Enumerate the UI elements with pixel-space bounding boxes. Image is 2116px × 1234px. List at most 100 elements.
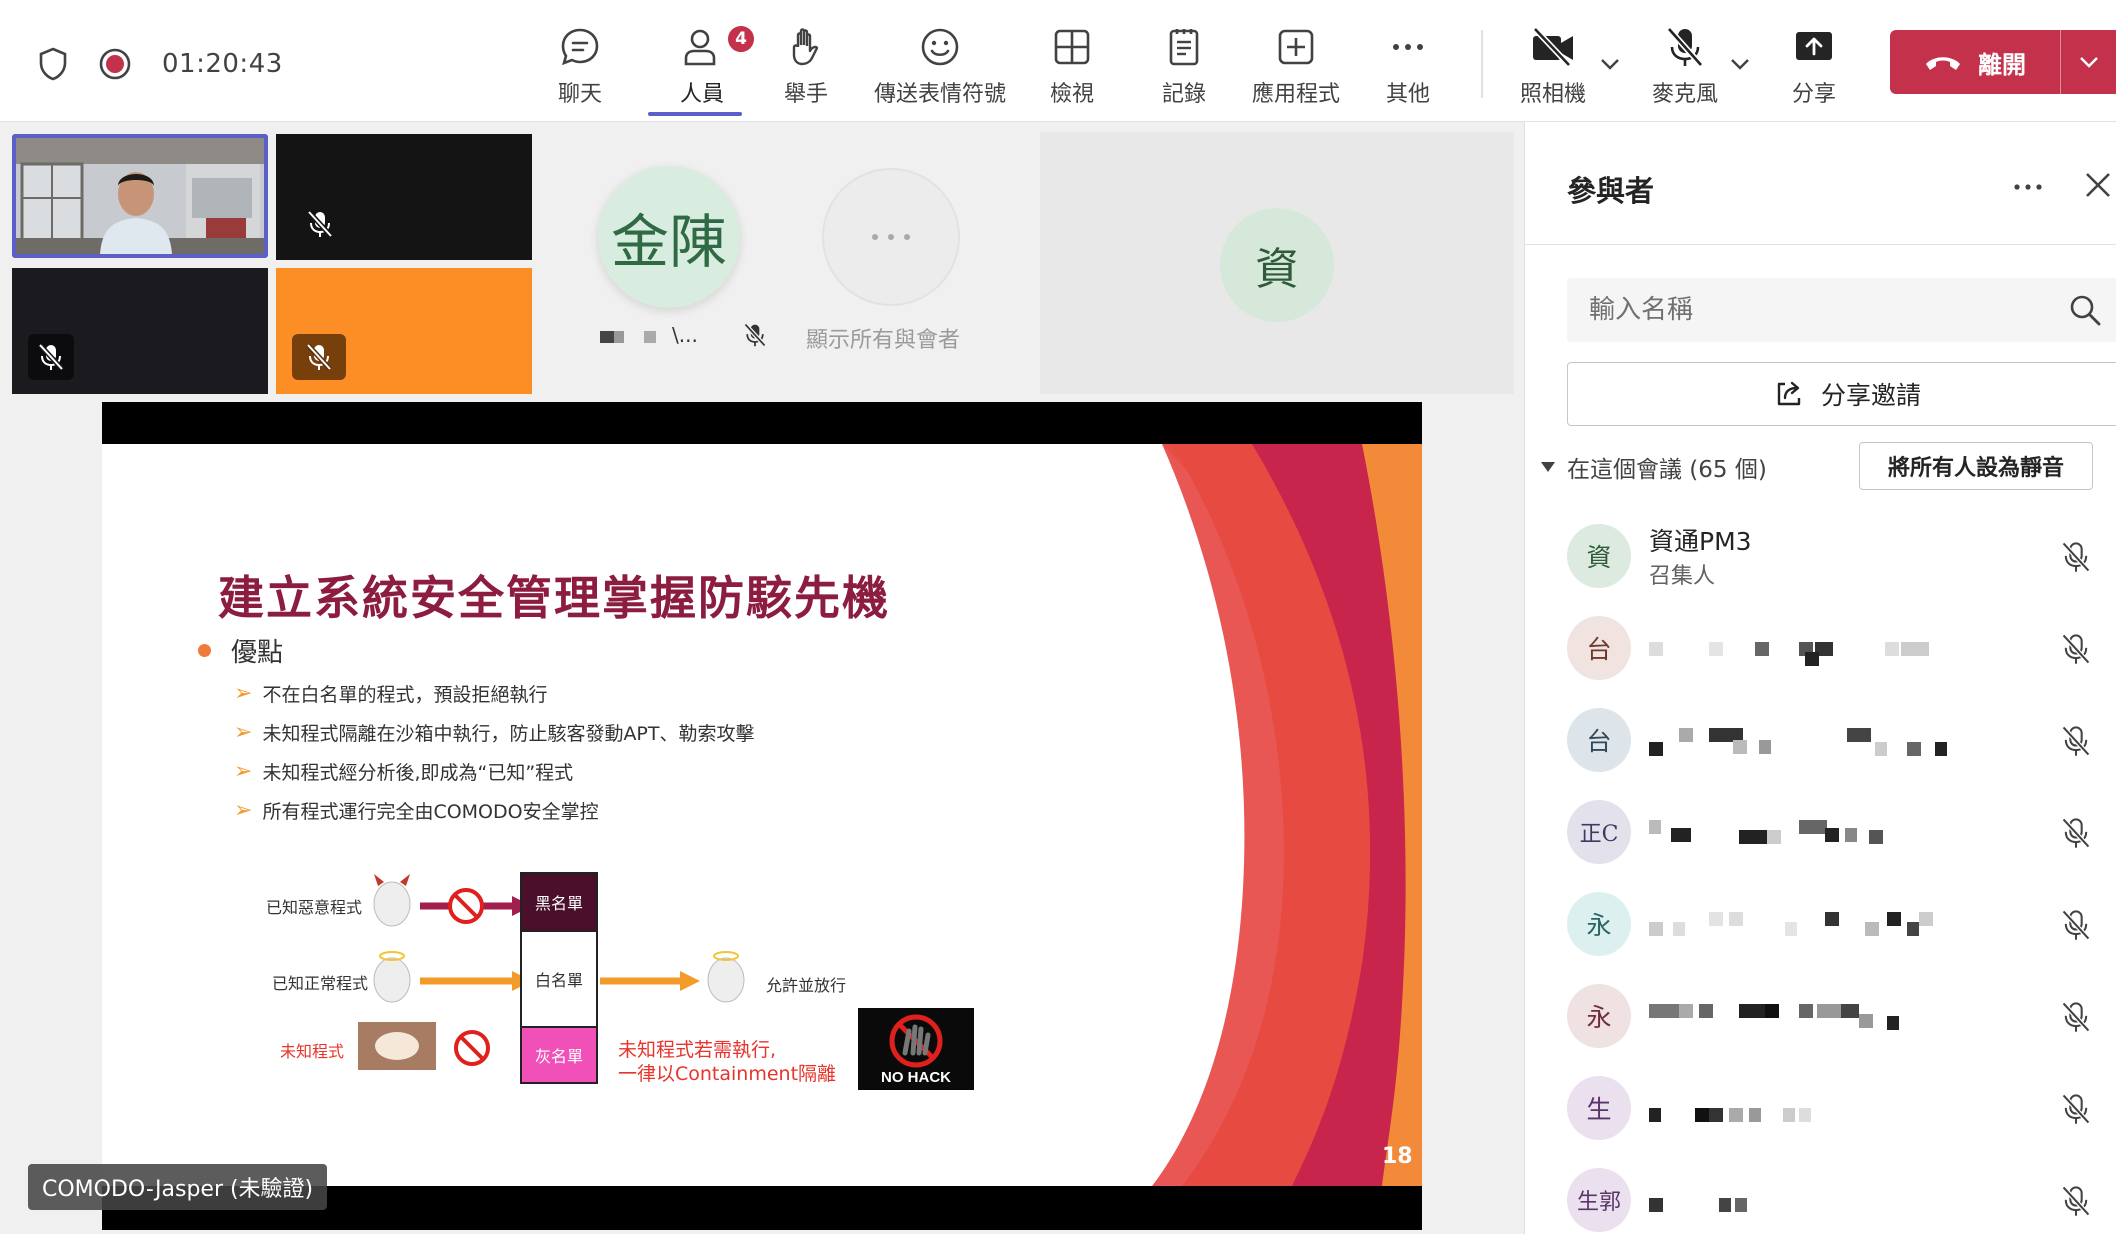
participant-video-tile[interactable]	[12, 134, 268, 258]
participant-avatar[interactable]: 金陳	[598, 166, 740, 308]
participant-avatar: 永	[1567, 892, 1631, 956]
participant-name-redacted	[1649, 908, 1933, 938]
presentation-slide: 建立系統安全管理掌握防駭先機 優點 ➢ 不在白名單的程式，預設拒絕執行 ➢ 未知程式…	[102, 444, 1422, 1186]
participant-row[interactable]: 資資通PM3 召集人	[1525, 506, 2116, 598]
shared-content[interactable]: 建立系統安全管理掌握防駭先機 優點 ➢ 不在白名單的程式，預設拒絕執行 ➢ 未知程式…	[102, 402, 1422, 1230]
containment-note-line: 未知程式若需執行,	[618, 1039, 777, 1061]
notes-icon	[1169, 29, 1199, 66]
participant-name-redacted	[1649, 1000, 1899, 1030]
no-hack-logo: NO HACK	[858, 1008, 974, 1090]
participant-avatar: 永	[1567, 984, 1631, 1048]
microphone-label: 麥克風	[1652, 82, 1719, 107]
panel-title: 參與者	[1567, 174, 1655, 208]
muted-mic-icon	[300, 204, 340, 244]
share-invite-button[interactable]: 分享邀請	[1567, 362, 2116, 426]
blacklist-box: 黑名單	[520, 872, 598, 932]
leave-options[interactable]	[2061, 30, 2116, 94]
leave-button[interactable]: 離開	[1890, 30, 2116, 94]
participant-name-label: \...	[600, 322, 768, 348]
recording-icon	[99, 48, 131, 80]
diagram-containment-note: 未知程式若需執行, 一律以Containment隔離	[618, 1038, 836, 1086]
muted-mic-icon	[2061, 541, 2091, 573]
more-button[interactable]: 其他	[1386, 22, 1430, 108]
participant-tile[interactable]	[12, 268, 268, 394]
participant-tile[interactable]	[276, 134, 532, 260]
leave-label: 離開	[1978, 50, 2026, 79]
participant-avatar: 生郭	[1567, 1168, 1631, 1232]
mute-all-button[interactable]: 將所有人設為靜音	[1859, 442, 2093, 490]
panel-divider	[1525, 244, 2116, 245]
share-tray-icon	[1796, 32, 1832, 60]
participant-tile[interactable]	[276, 268, 532, 394]
meeting-status: 01:20:43	[38, 40, 283, 88]
send-reaction-label: 傳送表情符號	[874, 82, 1007, 107]
share-invite-label: 分享邀請	[1820, 381, 1921, 410]
in-meeting-section-label[interactable]: 在這個會議 (65 個)	[1567, 450, 1767, 484]
camera-options-chevron-icon[interactable]	[1598, 52, 1622, 76]
more-icon	[1393, 44, 1423, 50]
hang-up-icon	[1926, 57, 1960, 70]
participant-row[interactable]: 永	[1525, 966, 2116, 1058]
mic-options-chevron-icon[interactable]	[1728, 52, 1752, 76]
participant-video-feed	[16, 138, 264, 254]
raise-hand-button[interactable]: 舉手	[784, 22, 828, 108]
diagram-label-allow: 允許並放行	[766, 976, 847, 995]
search-input[interactable]	[1567, 278, 2116, 342]
chat-button[interactable]: 聊天	[558, 22, 602, 108]
microphone-button[interactable]: 麥克風	[1652, 22, 1718, 108]
apps-plus-icon	[1278, 29, 1314, 65]
view-button[interactable]: 檢視	[1050, 22, 1094, 108]
participant-role: 召集人	[1649, 564, 1716, 589]
greylist-box: 灰名單	[520, 1028, 598, 1084]
no-hack-icon	[889, 1014, 943, 1068]
participant-row[interactable]: 正C	[1525, 782, 2116, 874]
participant-name-tail: \...	[672, 323, 698, 347]
people-button[interactable]: 4 人員	[672, 22, 756, 108]
no-hack-text: NO HACK	[881, 1069, 951, 1086]
emoji-icon	[921, 28, 959, 66]
meeting-stage: 金陳 \... 顯示所有與會者 資 建立系統安全管理掌握防駭先機 優點 ➢ 不在白…	[0, 122, 1524, 1234]
apps-button[interactable]: 應用程式	[1252, 22, 1340, 108]
participant-row[interactable]: 生	[1525, 1058, 2116, 1150]
muted-mic-icon	[2061, 1093, 2091, 1125]
chat-icon	[561, 28, 599, 66]
participant-avatar: 正C	[1567, 800, 1631, 864]
diagram-label-known-malicious: 已知惡意程式	[266, 898, 363, 917]
show-all-participants-button[interactable]	[822, 168, 960, 306]
participant-avatar: 台	[1567, 616, 1631, 680]
more-options-icon[interactable]	[2011, 170, 2045, 204]
muted-mic-icon	[292, 334, 346, 380]
toolbar-divider	[1481, 30, 1483, 98]
meeting-timer: 01:20:43	[162, 49, 283, 79]
muted-mic-icon	[2061, 633, 2091, 665]
participant-row[interactable]: 永	[1525, 874, 2116, 966]
show-all-participants-label[interactable]: 顯示所有與會者	[806, 322, 960, 354]
camera-button[interactable]: 照相機	[1520, 22, 1586, 108]
notes-button[interactable]: 記錄	[1162, 22, 1206, 108]
participant-row[interactable]: 台	[1525, 690, 2116, 782]
participant-name: 資通PM3	[1649, 527, 1752, 556]
close-icon[interactable]	[2081, 168, 2115, 202]
send-reaction-button[interactable]: 傳送表情符號	[874, 22, 1006, 108]
share-button[interactable]: 分享	[1792, 22, 1836, 108]
people-label: 人員	[679, 82, 724, 107]
apps-label: 應用程式	[1252, 82, 1341, 107]
chat-label: 聊天	[558, 82, 603, 107]
participant-row[interactable]: 台	[1525, 598, 2116, 690]
leave-main[interactable]: 離開	[1890, 30, 2060, 94]
raise-hand-label: 舉手	[784, 82, 829, 107]
participant-name-redacted	[1649, 816, 1889, 846]
meeting-toolbar: 01:20:43 聊天 4 人員 舉手 傳送表情符號 檢視 記錄 應用程式 其他	[0, 0, 2116, 122]
participant-name-redacted	[1649, 1092, 1889, 1122]
search-icon[interactable]	[2069, 294, 2101, 326]
collapse-caret-icon[interactable]	[1539, 458, 1557, 476]
diagram-label-unknown: 未知程式	[280, 1042, 345, 1061]
chevron-down-icon	[2079, 57, 2098, 68]
muted-mic-icon	[2061, 1185, 2091, 1217]
people-count-badge: 4	[726, 24, 756, 54]
participant-avatar: 資	[1220, 208, 1334, 322]
participant-row[interactable]: 生郭	[1525, 1150, 2116, 1234]
muted-mic-icon	[2061, 909, 2091, 941]
people-icon	[684, 29, 716, 66]
shield-icon	[39, 47, 67, 81]
